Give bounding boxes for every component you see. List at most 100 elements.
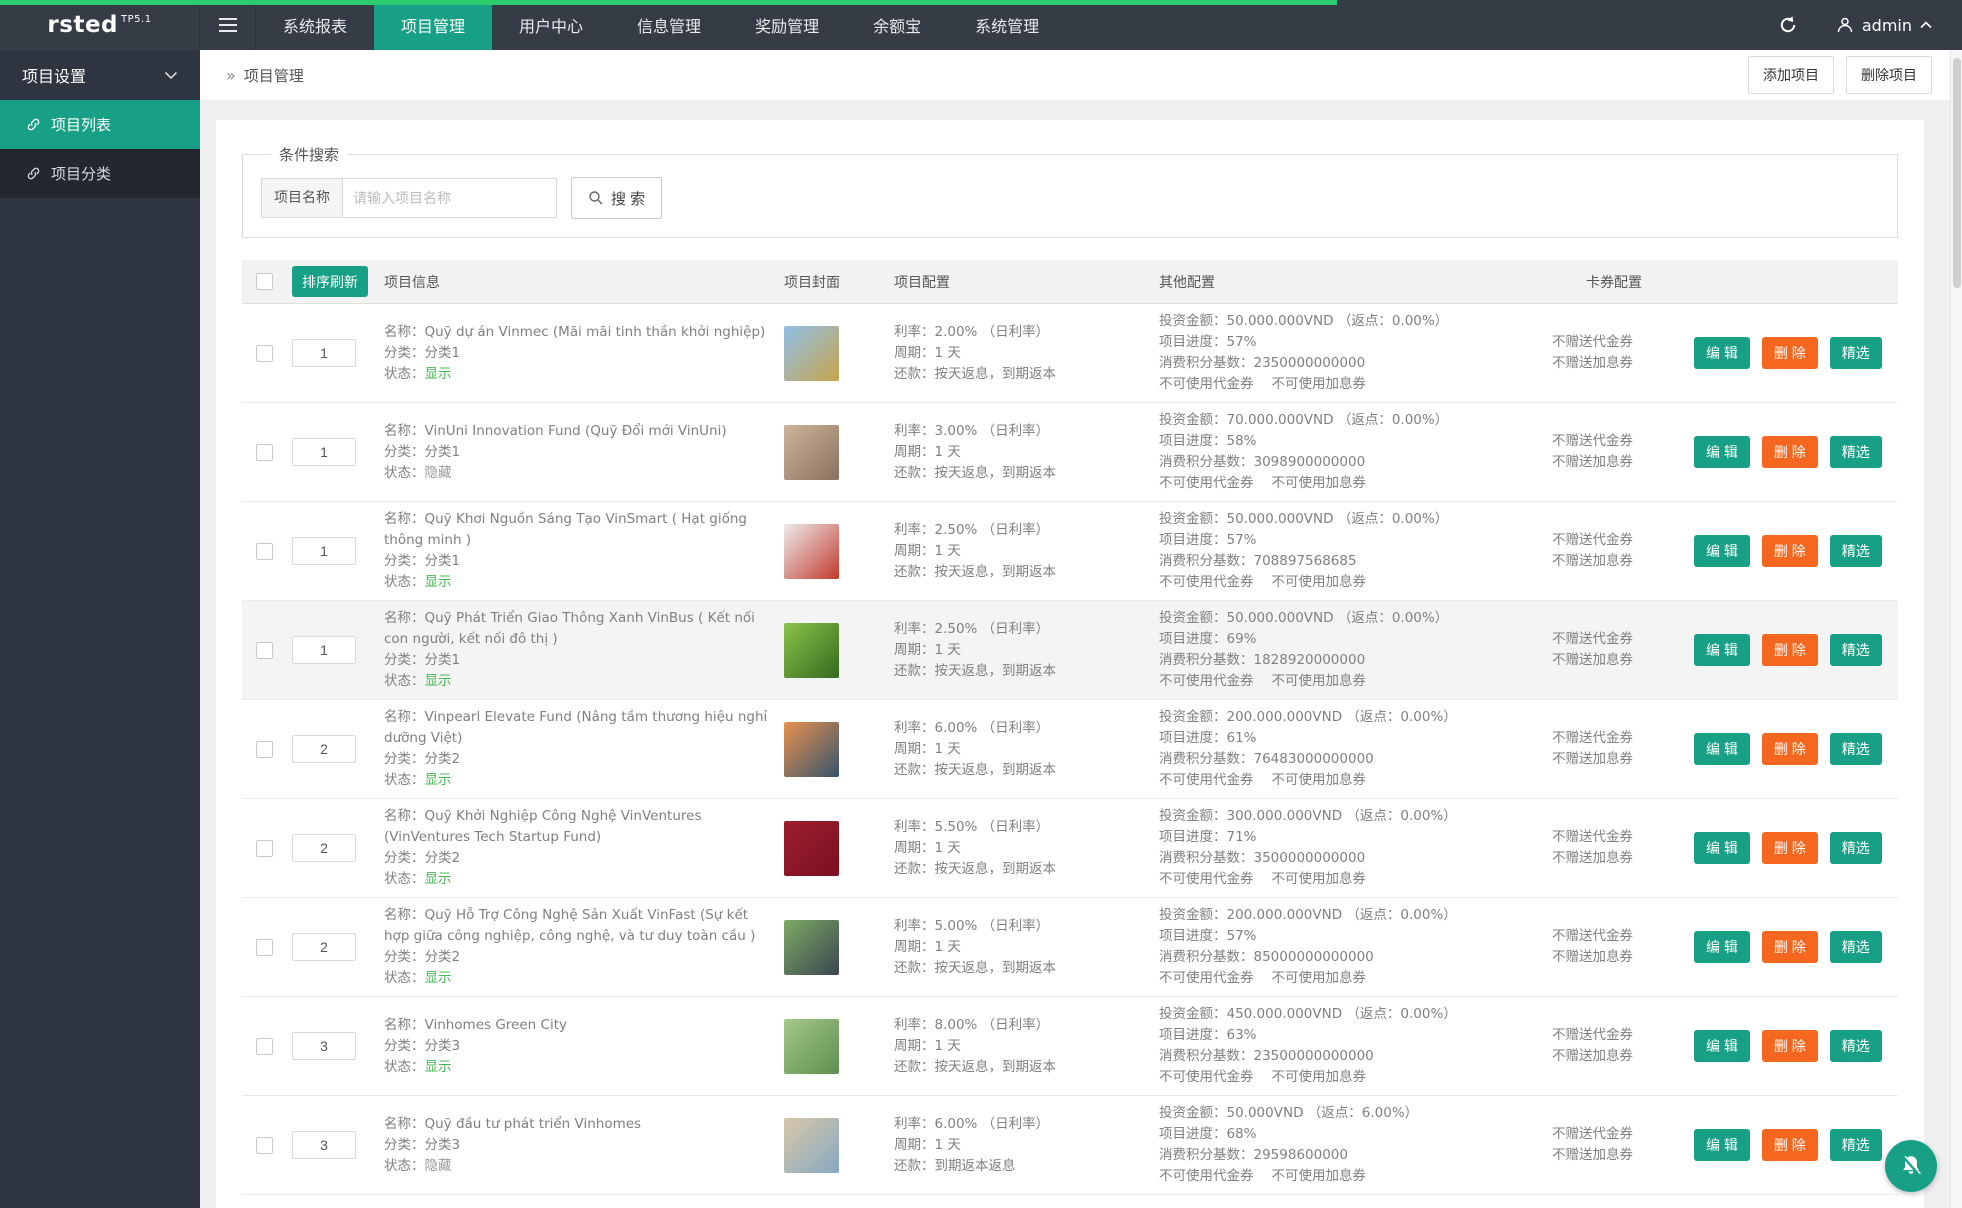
search-legend: 条件搜索	[279, 146, 340, 164]
delete-button[interactable]: 删 除	[1761, 634, 1818, 666]
feature-button[interactable]: 精选	[1829, 733, 1882, 765]
row-sort-input[interactable]	[292, 1131, 356, 1159]
delete-button[interactable]: 删 除	[1761, 436, 1818, 468]
delete-button[interactable]: 删 除	[1761, 1030, 1818, 1062]
row-name: 名称：Quỹ Phát Triển Giao Thông Xanh VinBus…	[384, 610, 755, 647]
row-cycle: 周期：1 天	[894, 344, 961, 361]
row-coupon-voucher: 不赠送代金券	[1552, 829, 1633, 845]
row-repay: 还款：按天返息，到期返本	[894, 860, 1056, 877]
nav-item-4[interactable]: 奖励管理	[728, 0, 846, 50]
delete-button[interactable]: 删 除	[1761, 1129, 1818, 1161]
project-cover-image[interactable]	[784, 721, 839, 777]
chevron-up-icon	[1920, 21, 1932, 29]
row-checkbox[interactable]	[256, 542, 273, 560]
row-status-value: 显示	[424, 574, 452, 590]
row-vouchers: 不可使用代金券 不可使用加息券	[1159, 770, 1544, 791]
row-no-voucher: 不可使用代金券	[1159, 871, 1254, 887]
scrollbar-track[interactable]	[1950, 50, 1962, 1208]
delete-button[interactable]: 删 除	[1761, 337, 1818, 369]
row-status-text: 状态：	[384, 1157, 425, 1174]
nav-item-2[interactable]: 用户中心	[492, 0, 610, 50]
nav-item-5[interactable]: 余额宝	[846, 0, 948, 50]
sidebar-group-project-settings[interactable]: 项目设置	[0, 50, 200, 100]
row-sort-input[interactable]	[292, 735, 356, 763]
row-checkbox[interactable]	[256, 1037, 273, 1055]
nav-item-1[interactable]: 项目管理	[374, 0, 493, 50]
row-checkbox[interactable]	[256, 839, 273, 857]
delete-project-button[interactable]: 删除项目	[1846, 56, 1932, 94]
row-name: 名称：Vinpearl Elevate Fund (Nâng tầm thươn…	[384, 709, 768, 746]
row-status-text: 状态：	[384, 772, 425, 788]
row-status: 状态：显示	[384, 1057, 770, 1078]
row-checkbox[interactable]	[256, 1136, 273, 1154]
project-cover-image[interactable]	[784, 919, 839, 975]
row-sort-input[interactable]	[292, 339, 356, 367]
menu-toggle-icon[interactable]	[200, 0, 256, 50]
nav-item-6[interactable]: 系统管理	[948, 0, 1066, 50]
select-all-checkbox[interactable]	[256, 273, 273, 290]
project-cover-image[interactable]	[784, 1018, 839, 1074]
row-sort-input[interactable]	[292, 537, 356, 565]
feature-button[interactable]: 精选	[1829, 931, 1882, 963]
edit-button[interactable]: 编 辑	[1694, 832, 1750, 864]
edit-button[interactable]: 编 辑	[1694, 931, 1750, 963]
feature-button[interactable]: 精选	[1829, 634, 1882, 666]
row-no-voucher: 不可使用代金券	[1159, 772, 1254, 788]
feature-button[interactable]: 精选	[1829, 1129, 1882, 1161]
feature-button[interactable]: 精选	[1829, 832, 1882, 864]
scrollbar-thumb[interactable]	[1953, 58, 1961, 288]
row-sort-input[interactable]	[292, 1032, 356, 1060]
row-sort-input[interactable]	[292, 834, 356, 862]
edit-button[interactable]: 编 辑	[1694, 337, 1750, 369]
delete-button[interactable]: 删 除	[1761, 832, 1818, 864]
row-sort-input[interactable]	[292, 438, 356, 466]
row-coupon-interest: 不赠送加息券	[1552, 850, 1633, 866]
row-actions: 编 辑 删 除 精选	[1684, 733, 1898, 765]
project-cover-image[interactable]	[784, 424, 839, 480]
row-status-value: 显示	[424, 1058, 452, 1075]
project-cover-image[interactable]	[784, 622, 839, 678]
project-cover-image[interactable]	[784, 325, 839, 381]
feature-button[interactable]: 精选	[1829, 535, 1882, 567]
user-menu[interactable]: admin	[1836, 16, 1932, 35]
delete-button[interactable]: 删 除	[1761, 733, 1818, 765]
project-cover-image[interactable]	[784, 523, 839, 579]
edit-button[interactable]: 编 辑	[1694, 733, 1750, 765]
row-checkbox[interactable]	[256, 740, 273, 758]
add-project-button[interactable]: 添加项目	[1748, 56, 1834, 94]
row-actions: 编 辑 删 除 精选	[1684, 436, 1898, 468]
other-config-cell: 投资金额：300.000.000VND （返点：0.00%） 项目进度：71% …	[1159, 806, 1544, 890]
row-sort-input[interactable]	[292, 933, 356, 961]
row-checkbox[interactable]	[256, 641, 273, 659]
project-cover-image[interactable]	[784, 1117, 839, 1173]
feature-button[interactable]: 精选	[1829, 1030, 1882, 1062]
edit-button[interactable]: 编 辑	[1694, 1030, 1750, 1062]
row-category: 分类：分类1	[384, 553, 461, 569]
table-row: 名称：Quỹ đầu tư công nghệ VinVentures 利率：4…	[242, 1195, 1898, 1208]
mute-notifications-button[interactable]	[1885, 1140, 1937, 1192]
project-name-input[interactable]	[342, 178, 557, 218]
row-sort-input[interactable]	[292, 636, 356, 664]
feature-button[interactable]: 精选	[1829, 436, 1882, 468]
row-checkbox[interactable]	[256, 938, 273, 956]
feature-button[interactable]: 精选	[1829, 337, 1882, 369]
sort-refresh-button[interactable]: 排序刷新	[292, 266, 368, 297]
edit-button[interactable]: 编 辑	[1694, 535, 1750, 567]
search-button[interactable]: 搜 索	[571, 177, 663, 219]
nav-item-0[interactable]: 系统报表	[256, 0, 374, 50]
row-vouchers: 不可使用代金券 不可使用加息券	[1159, 473, 1544, 494]
project-config-cell: 利率：8.00% （日利率） 周期：1 天 还款：按天返息，到期返本	[894, 1015, 1159, 1078]
delete-button[interactable]: 删 除	[1761, 535, 1818, 567]
delete-button[interactable]: 删 除	[1761, 931, 1818, 963]
nav-item-3[interactable]: 信息管理	[610, 0, 728, 50]
sidebar-item-project-category[interactable]: 项目分类	[0, 149, 200, 198]
project-cover-image[interactable]	[784, 820, 839, 876]
edit-button[interactable]: 编 辑	[1694, 1129, 1750, 1161]
row-progress: 项目进度：69%	[1159, 631, 1257, 647]
row-checkbox[interactable]	[256, 443, 273, 461]
sidebar-item-project-list[interactable]: 项目列表	[0, 100, 200, 149]
refresh-icon[interactable]	[1778, 15, 1798, 35]
row-checkbox[interactable]	[256, 344, 273, 362]
edit-button[interactable]: 编 辑	[1694, 634, 1750, 666]
edit-button[interactable]: 编 辑	[1694, 436, 1750, 468]
